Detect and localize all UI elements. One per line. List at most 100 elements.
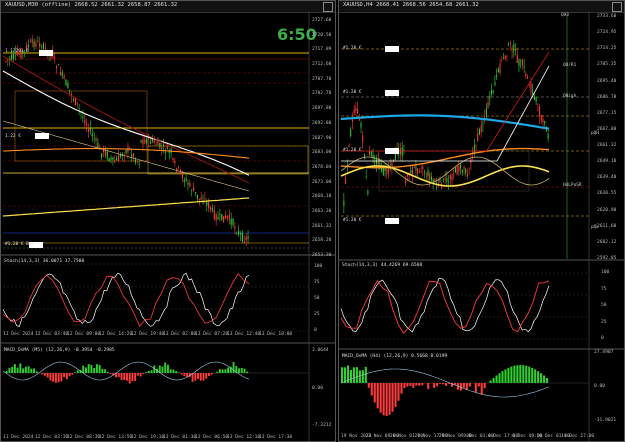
macd-bar	[57, 373, 60, 383]
candle-body	[166, 146, 168, 150]
price-chart-m30[interactable]	[1, 1, 336, 442]
macd-bar	[24, 366, 27, 373]
candle-body	[513, 44, 515, 52]
macd-bar	[367, 383, 370, 388]
macd-bar	[65, 373, 68, 380]
candle-body	[93, 138, 95, 139]
candle-body	[74, 97, 76, 106]
macd-bar	[238, 368, 240, 373]
price-axis-label: 75	[601, 286, 607, 292]
chart-window-m30[interactable]: XAUUSD,M30 (offline) 2668.52 2661.32 265…	[0, 0, 336, 442]
candle-body	[161, 147, 163, 150]
macd-bar	[93, 367, 96, 373]
price-axis-label: 0.00	[594, 384, 606, 389]
macd-bar	[147, 370, 150, 373]
macd-bar	[194, 373, 197, 381]
macd-bar	[343, 367, 347, 383]
candle-body	[527, 76, 529, 79]
pane-separator	[339, 348, 624, 350]
order-level-tag[interactable]: #1.20 €	[343, 90, 362, 95]
macd-bar	[483, 383, 486, 389]
macd-bar	[216, 371, 219, 373]
candle-body	[114, 161, 116, 163]
candle-body	[163, 144, 165, 147]
macd-bar	[95, 364, 98, 373]
candle-body	[497, 68, 499, 73]
macd-bar	[379, 383, 382, 413]
candle-body	[211, 208, 213, 211]
candle-body	[108, 158, 110, 162]
candle-body	[213, 210, 215, 219]
candle-body	[343, 200, 345, 206]
order-level-tag[interactable]: #1.20 €	[343, 218, 362, 223]
macd-bar	[418, 383, 421, 386]
macd-bar	[474, 383, 477, 393]
stoch-label: Stoch(14,3,3) 36.0071 17.7500	[4, 259, 85, 264]
candle-body	[401, 147, 403, 157]
order-level-tag[interactable]: 1.17291 €	[5, 49, 29, 54]
price-chart-h4[interactable]	[339, 1, 625, 442]
macd-bar	[519, 365, 522, 383]
macd-bar	[41, 373, 44, 375]
macd-bar	[5, 370, 8, 373]
candle-body	[35, 42, 37, 47]
order-level-tag[interactable]: 1.22 €	[5, 134, 21, 139]
macd-bar	[142, 373, 145, 375]
macd-label: MACD_OsMA (H4) (12,26,9) 0.5668 8.0199	[342, 354, 448, 359]
candle-body	[230, 218, 232, 225]
candle-body	[350, 129, 352, 137]
candle-body	[528, 85, 530, 86]
candle-body	[463, 166, 465, 169]
candle-body	[504, 55, 506, 60]
time-axis-label: 12 Dec 19:40	[131, 332, 165, 337]
candle-body	[149, 141, 152, 144]
order-level-tag[interactable]: #1.20 € Buy	[5, 242, 34, 247]
macd-bar	[528, 366, 531, 383]
macd-bar	[82, 365, 85, 373]
time-axis-label: 13 Dec 02:00	[163, 332, 197, 337]
candle-body	[191, 190, 193, 192]
time-axis-label: 13 Dec 12:10	[227, 435, 261, 440]
pivot-level-label: QHigh	[563, 94, 577, 99]
candle-body	[509, 42, 511, 44]
macd-bar	[33, 368, 35, 373]
macd-bar	[355, 367, 358, 383]
macd-bar	[202, 373, 205, 381]
candle-body	[523, 66, 525, 68]
pivot-level-label: QH3	[561, 13, 569, 18]
candle-body	[448, 181, 450, 183]
macd-bar	[169, 369, 172, 373]
price-axis-label: 2695.40	[597, 78, 617, 84]
candle-body	[72, 99, 75, 100]
macd-bar	[71, 373, 74, 375]
candle-body	[208, 202, 210, 208]
macd-bar	[175, 371, 178, 373]
order-level-tag[interactable]: #1.20 €	[343, 46, 362, 51]
macd-bar	[376, 383, 379, 409]
candle-body	[542, 118, 544, 123]
candle-body	[446, 178, 448, 182]
candle-body	[117, 155, 120, 162]
macd-bar	[35, 371, 38, 373]
candle-body	[461, 169, 463, 173]
price-axis-label: -7.3212	[312, 423, 332, 428]
order-level-tag[interactable]: #1.20 €	[343, 148, 362, 153]
price-axis-label: 2707.70	[312, 76, 332, 82]
candle-body	[11, 54, 13, 60]
candle-body	[110, 157, 112, 160]
pivot-level-label: pQH	[591, 131, 599, 136]
chart-window-h4[interactable]: XAUUSD,H4 2668.41 2668.56 2654.68 2661.3…	[338, 0, 625, 442]
macd-bar	[46, 373, 49, 378]
candle-body	[518, 59, 520, 67]
candle-body	[136, 161, 138, 162]
macd-bar	[243, 368, 246, 373]
candle-body	[176, 168, 178, 172]
macd-bar	[522, 365, 525, 383]
candle-body	[511, 51, 513, 52]
price-axis-label: 100	[314, 264, 323, 269]
candle-body	[243, 241, 245, 243]
price-axis-label: 2712.60	[312, 62, 332, 68]
macd-bar	[531, 367, 534, 383]
macd-bar	[403, 383, 406, 389]
price-axis-label: 2639.40	[597, 175, 617, 181]
